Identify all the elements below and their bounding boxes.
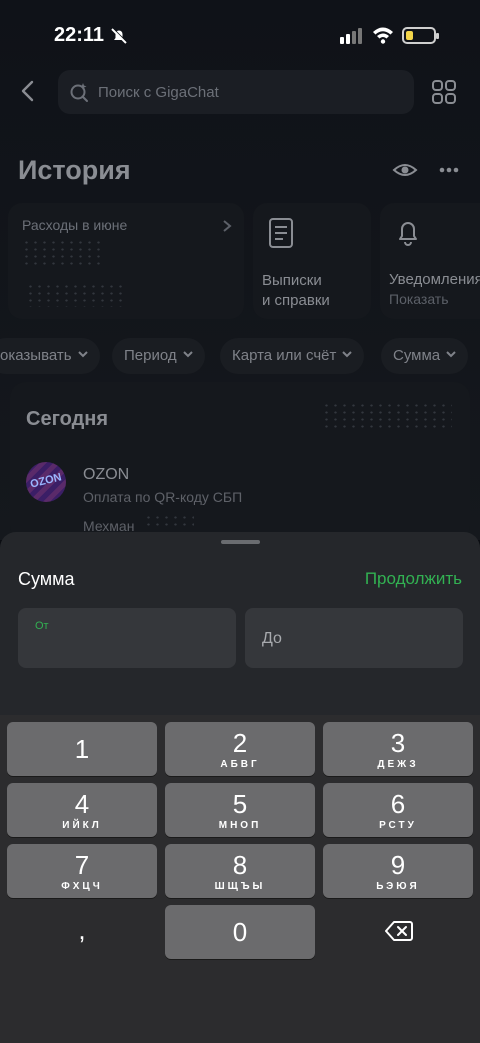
- filter-chip-label: Карта или счёт: [232, 347, 337, 364]
- more-options-icon[interactable]: [436, 160, 462, 180]
- key-digit: 5: [232, 789, 248, 819]
- key-digit: 1: [74, 734, 90, 764]
- statements-line-2: и справки: [262, 292, 330, 309]
- key-digit: 6: [390, 789, 406, 819]
- statements-line-1: Выписки: [262, 272, 322, 289]
- amount-from-label: От: [35, 620, 49, 632]
- key-6[interactable]: 6 РСТУ: [323, 783, 473, 837]
- key-letters: МНОП: [218, 820, 262, 831]
- sheet-title: Сумма: [18, 569, 75, 589]
- key-letters: ИЙКЛ: [62, 820, 102, 831]
- amount-to-label: До: [262, 630, 282, 647]
- key-digit: 9: [390, 850, 406, 880]
- ozon-logo-text: OZON: [29, 471, 63, 491]
- key-1[interactable]: 1: [7, 722, 157, 776]
- chevron-down-icon: [77, 351, 88, 358]
- key-letters: РСТУ: [379, 820, 417, 831]
- key-letters: ДЕЖЗ: [377, 759, 419, 770]
- hidden-amount-noise: [22, 239, 102, 269]
- key-digit: 0: [232, 917, 248, 947]
- key-9[interactable]: 9 ЬЭЮЯ: [323, 844, 473, 898]
- bell-muted-icon: [111, 27, 128, 44]
- continue-button[interactable]: Продолжить: [365, 569, 462, 589]
- cellular-signal-icon: [340, 28, 362, 44]
- key-7[interactable]: 7 ФХЦЧ: [7, 844, 157, 898]
- chevron-down-icon: [446, 351, 456, 358]
- filter-chip-card-or-account[interactable]: Карта или счёт: [220, 338, 365, 374]
- statements-card[interactable]: Выписки и справки: [253, 203, 371, 319]
- notifications-card-subtitle: Показать: [389, 291, 449, 307]
- key-0[interactable]: 0: [165, 905, 315, 959]
- search-placeholder: Поиск с GigaChat: [98, 84, 219, 101]
- apps-grid-icon[interactable]: [430, 78, 458, 106]
- ozon-logo: OZON: [26, 462, 66, 502]
- hidden-chart-noise: [26, 283, 126, 307]
- status-bar: 22:11: [0, 0, 480, 70]
- status-time: 22:11: [54, 24, 105, 46]
- wifi-icon: [373, 27, 393, 44]
- amount-from-field[interactable]: От: [18, 608, 236, 668]
- chevron-down-icon: [182, 351, 193, 358]
- key-8[interactable]: 8 ШЩЪЫ: [165, 844, 315, 898]
- key-digit: 8: [232, 850, 248, 880]
- filter-chip-display[interactable]: оказывать: [0, 338, 100, 374]
- amount-to-field[interactable]: До: [245, 608, 463, 668]
- page-title: История: [18, 155, 131, 185]
- hidden-payer-noise: [144, 514, 194, 530]
- gigachat-search-icon: [70, 83, 88, 102]
- back-arrow-icon[interactable]: [14, 77, 42, 105]
- key-comma[interactable]: ,: [7, 905, 157, 959]
- backspace-icon: [385, 921, 413, 941]
- sheet-drag-handle[interactable]: [221, 540, 260, 544]
- key-3[interactable]: 3 ДЕЖЗ: [323, 722, 473, 776]
- numeric-keypad: 1 2 АБВГ 3 ДЕЖЗ 4 ИЙКЛ 5 МНОП 6 РСТУ 7 Ф…: [0, 715, 480, 1043]
- key-letters: ФХЦЧ: [61, 881, 103, 892]
- key-digit: 4: [74, 789, 90, 819]
- history-page: 22:11 Поиск с GigaChat История Расходы в…: [0, 0, 480, 542]
- filter-chip-period[interactable]: Период: [112, 338, 205, 374]
- search-input[interactable]: Поиск с GigaChat: [58, 70, 414, 114]
- today-section: Сегодня OZON OZON Оплата по QR-коду СБП …: [10, 382, 470, 542]
- key-digit: 7: [74, 850, 90, 880]
- key-digit: ,: [78, 915, 86, 945]
- notifications-card-title: Уведомления: [389, 271, 480, 288]
- chevron-right-icon: [223, 220, 232, 232]
- expenses-card-title: Расходы в июне: [22, 217, 128, 233]
- expenses-card[interactable]: Расходы в июне: [8, 203, 244, 319]
- key-digit: 3: [390, 728, 406, 758]
- notifications-card[interactable]: Уведомления Показать: [380, 203, 480, 319]
- key-letters: ШЩЪЫ: [214, 881, 266, 892]
- filter-chip-label: Сумма: [393, 347, 441, 364]
- key-letters: ЬЭЮЯ: [376, 881, 420, 892]
- chevron-down-icon: [342, 351, 353, 358]
- document-icon: [269, 218, 293, 248]
- hidden-total-noise: [322, 402, 452, 432]
- key-digit: 2: [232, 728, 248, 758]
- key-4[interactable]: 4 ИЙКЛ: [7, 783, 157, 837]
- filter-chip-label: Период: [124, 347, 177, 364]
- filter-chip-label: оказывать: [0, 347, 72, 364]
- bell-icon: [399, 222, 417, 246]
- eye-icon[interactable]: [392, 158, 418, 182]
- key-5[interactable]: 5 МНОП: [165, 783, 315, 837]
- today-title: Сегодня: [26, 408, 109, 430]
- backspace-key[interactable]: [323, 905, 473, 959]
- key-2[interactable]: 2 АБВГ: [165, 722, 315, 776]
- battery-icon: [402, 27, 439, 44]
- filter-chips: оказывать Период Карта или счёт Сумма: [0, 338, 480, 374]
- transaction-description: Оплата по QR-коду СБП: [83, 489, 243, 505]
- transaction-merchant[interactable]: OZON: [83, 466, 129, 484]
- filter-chip-amount[interactable]: Сумма: [381, 338, 469, 374]
- statements-card-label: Выписки и справки: [262, 271, 330, 311]
- key-letters: АБВГ: [220, 759, 260, 770]
